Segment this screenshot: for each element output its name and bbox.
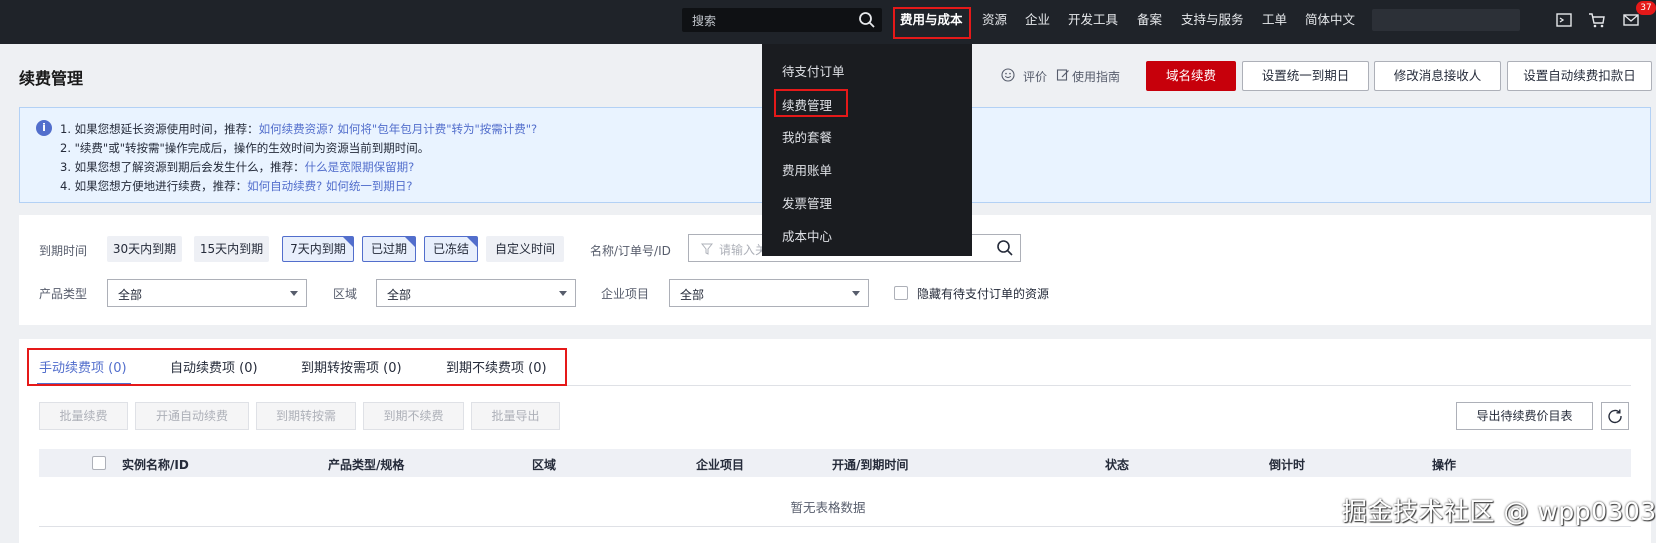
top-navigation-bar: 搜索 费用与成本 资源 企业 开发工具 备案 支持与服务 工单 简体中文 37 xyxy=(0,0,1656,44)
col-status[interactable]: 状态 xyxy=(1105,456,1129,473)
menu-item-cost-center[interactable]: 成本中心 xyxy=(782,226,832,245)
nav-resources[interactable]: 资源 xyxy=(982,0,1007,44)
region-label: 区域 xyxy=(333,287,358,301)
hide-pending-checkbox[interactable] xyxy=(894,286,908,300)
edit-guide-icon[interactable] xyxy=(1056,68,1070,82)
chevron-down-icon xyxy=(290,291,298,296)
product-type-label: 产品类型 xyxy=(39,287,88,301)
nav-developer-tools[interactable]: 开发工具 xyxy=(1068,0,1118,44)
name-filter-label: 名称/订单号/ID xyxy=(590,244,671,258)
nav-enterprise[interactable]: 企业 xyxy=(1025,0,1050,44)
menu-item-invoices[interactable]: 发票管理 xyxy=(782,193,832,212)
user-guide-link[interactable]: 使用指南 xyxy=(1072,68,1120,85)
nav-language[interactable]: 简体中文 xyxy=(1305,0,1355,44)
feedback-link[interactable]: 评价 xyxy=(1023,68,1047,85)
expiry-filter-label: 到期时间 xyxy=(39,244,88,258)
menu-highlight-box xyxy=(774,89,848,117)
message-count-badge: 37 xyxy=(1636,1,1656,15)
enterprise-project-label: 企业项目 xyxy=(601,287,650,301)
set-auto-renew-deduction-day-button[interactable]: 设置自动续费扣款日 xyxy=(1507,61,1652,91)
col-start-expiry-time[interactable]: 开通/到期时间 xyxy=(832,456,908,473)
chip-expire-7-days[interactable]: 7天内到期 xyxy=(282,236,354,262)
chevron-down-icon xyxy=(852,291,860,296)
chip-expired[interactable]: 已过期 xyxy=(362,236,416,262)
tip-line-2: 2. "续费"或"转按需"操作完成后，操作的生效时间为资源当前到期时间。 xyxy=(60,141,430,155)
global-search-box[interactable]: 搜索 xyxy=(682,8,882,32)
menu-item-my-packages[interactable]: 我的套餐 xyxy=(782,127,832,146)
col-instance-name[interactable]: 实例名称/ID xyxy=(122,456,189,473)
refresh-icon xyxy=(1608,409,1622,424)
refresh-button[interactable] xyxy=(1601,402,1629,430)
product-type-select[interactable]: 全部 xyxy=(107,279,307,307)
cart-icon[interactable] xyxy=(1588,11,1606,29)
tip-links-4[interactable]: 如何自动续费? 如何统一到期日? xyxy=(247,179,412,193)
batch-renew-button[interactable]: 批量续费 xyxy=(39,402,128,430)
select-all-checkbox[interactable] xyxy=(92,456,106,470)
tip-links-3[interactable]: 什么是宽限期保留期? xyxy=(305,160,415,174)
billing-dropdown-menu: 待支付订单 续费管理 我的套餐 费用账单 发票管理 成本中心 xyxy=(762,44,972,256)
enterprise-project-select[interactable]: 全部 xyxy=(669,279,869,307)
mail-icon[interactable] xyxy=(1622,11,1640,29)
tip-line-4: 4. 如果您想方便地进行续费，推荐：如何自动续费? 如何统一到期日? xyxy=(60,179,413,193)
nav-support-services[interactable]: 支持与服务 xyxy=(1181,0,1244,44)
tabs-highlight-box xyxy=(27,348,567,386)
name-input-placeholder: 请输入关 xyxy=(719,243,768,257)
chevron-down-icon xyxy=(559,291,567,296)
batch-export-button[interactable]: 批量导出 xyxy=(471,402,560,430)
col-product-type[interactable]: 产品类型/规格 xyxy=(328,456,404,473)
region-select[interactable]: 全部 xyxy=(376,279,576,307)
chip-frozen[interactable]: 已冻结 xyxy=(424,236,478,262)
chip-expire-30-days[interactable]: 30天内到期 xyxy=(107,236,182,262)
smiley-icon[interactable] xyxy=(1001,68,1015,82)
change-message-recipient-button[interactable]: 修改消息接收人 xyxy=(1374,61,1501,91)
enable-auto-renew-button[interactable]: 开通自动续费 xyxy=(135,402,249,430)
search-placeholder: 搜索 xyxy=(692,14,717,28)
col-region[interactable]: 区域 xyxy=(532,456,556,473)
col-enterprise-project[interactable]: 企业项目 xyxy=(696,456,744,473)
domain-renewal-button[interactable]: 域名续费 xyxy=(1146,61,1236,91)
col-countdown[interactable]: 倒计时 xyxy=(1269,456,1305,473)
tip-line-1: 1. 如果您想延长资源使用时间，推荐：如何续费资源? 如何将"包年包月计费"转为… xyxy=(60,122,538,136)
watermark: 掘金技术社区 @ wpp0303 xyxy=(1342,497,1656,526)
chip-custom-time[interactable]: 自定义时间 xyxy=(486,236,564,262)
export-price-list-button[interactable]: 导出待续费价目表 xyxy=(1456,402,1593,430)
expire-no-renew-button[interactable]: 到期不续费 xyxy=(363,402,464,430)
set-unified-expiry-button[interactable]: 设置统一到期日 xyxy=(1242,61,1369,91)
nav-highlight-box xyxy=(893,7,971,39)
menu-item-bills[interactable]: 费用账单 xyxy=(782,160,832,179)
search-icon[interactable] xyxy=(996,239,1014,257)
menu-item-pending-orders[interactable]: 待支付订单 xyxy=(782,61,845,80)
search-icon[interactable] xyxy=(858,11,876,29)
tip-links-1[interactable]: 如何续费资源? 如何将"包年包月计费"转为"按需计费"? xyxy=(259,122,538,136)
nav-filing[interactable]: 备案 xyxy=(1137,0,1162,44)
chip-expire-15-days[interactable]: 15天内到期 xyxy=(194,236,269,262)
expire-to-on-demand-button[interactable]: 到期转按需 xyxy=(256,402,356,430)
nav-tickets[interactable]: 工单 xyxy=(1262,0,1287,44)
filter-icon xyxy=(701,243,713,255)
tip-line-3: 3. 如果您想了解资源到期后会发生什么，推荐：什么是宽限期保留期? xyxy=(60,160,415,174)
page-title: 续费管理 xyxy=(19,69,84,88)
account-name-blurred[interactable] xyxy=(1372,9,1520,31)
info-icon: i xyxy=(36,120,52,136)
hide-pending-label: 隐藏有待支付订单的资源 xyxy=(917,287,1050,301)
console-icon[interactable] xyxy=(1555,11,1573,29)
col-actions: 操作 xyxy=(1432,458,1457,472)
